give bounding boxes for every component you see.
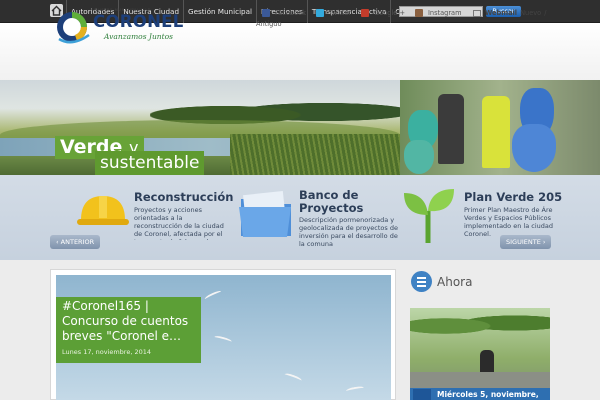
nav-item-gestion-municipal[interactable]: Gestión Municipal [183,0,256,23]
hero-banner-image [0,80,600,175]
feature-title-banco[interactable]: Banco de Proyectos [299,189,379,215]
social-googleplus[interactable]: Google + [361,9,405,17]
webmail-label: Webmail [485,9,518,17]
facebook-icon [262,9,270,17]
list-icon [411,271,432,292]
sidebar-photo[interactable] [410,308,550,400]
sprout-icon [400,185,458,249]
sidebar-title: Ahora [437,275,473,289]
social-facebook-label: Facebook [275,9,306,17]
social-instagram-label: Instagram [427,9,462,17]
next-label: SIGUIENTE [506,238,541,246]
chevron-right-icon: › [540,238,546,246]
mail-icon [473,9,481,17]
instagram-icon [414,9,423,17]
webmail-links: Webmail Nuevo / [473,9,546,17]
feature-desc-banco: Descripción pormenorizada y geolocalizad… [299,216,398,248]
feature-title-reconstruccion[interactable]: Reconstrucción [134,190,233,204]
social-facebook[interactable]: Facebook [262,9,306,17]
googleplus-icon [361,9,370,17]
next-button[interactable]: SIGUIENTE › [500,235,552,249]
hardhat-icon [77,190,129,234]
feature-desc-reconstruccion: Proyectos y acciones orientadas a la rec… [134,206,224,240]
logo-mark-icon[interactable] [55,9,91,49]
folder-icon [237,185,295,245]
sidebar-caption: Miércoles 5, noviembre, [437,390,539,399]
logo-slogan: Avanzamos Juntos [104,32,173,41]
news-date: Lunes 17, noviembre, 2014 [62,348,152,356]
page: Autoridades Nuestra Ciudad Gestión Munic… [0,0,600,400]
feature-title-plan-verde[interactable]: Plan Verde 205 [464,190,562,204]
social-instagram[interactable]: Instagram [414,9,462,17]
webmail-separator: / [544,9,547,17]
webmail-nuevo-link[interactable]: Nuevo [520,9,541,17]
previous-label: ANTERIOR [60,238,95,246]
previous-button[interactable]: ‹ ANTERIOR [50,235,101,249]
social-twitter[interactable]: Twitter [315,9,352,17]
logo-name[interactable]: CORONEL [93,12,184,31]
news-title[interactable]: #Coronel165 | Concurso de cuentos breves… [62,299,197,344]
social-twitter-label: Twitter [328,9,352,17]
banner-line2: sustentable [95,151,205,175]
webmail-antiguo-link[interactable]: Antiguo [256,20,282,28]
social-links: Facebook Twitter Google + Instagram [262,9,472,17]
calendar-icon [413,389,431,400]
social-googleplus-label: Google + [374,9,405,17]
twitter-icon [315,9,324,17]
